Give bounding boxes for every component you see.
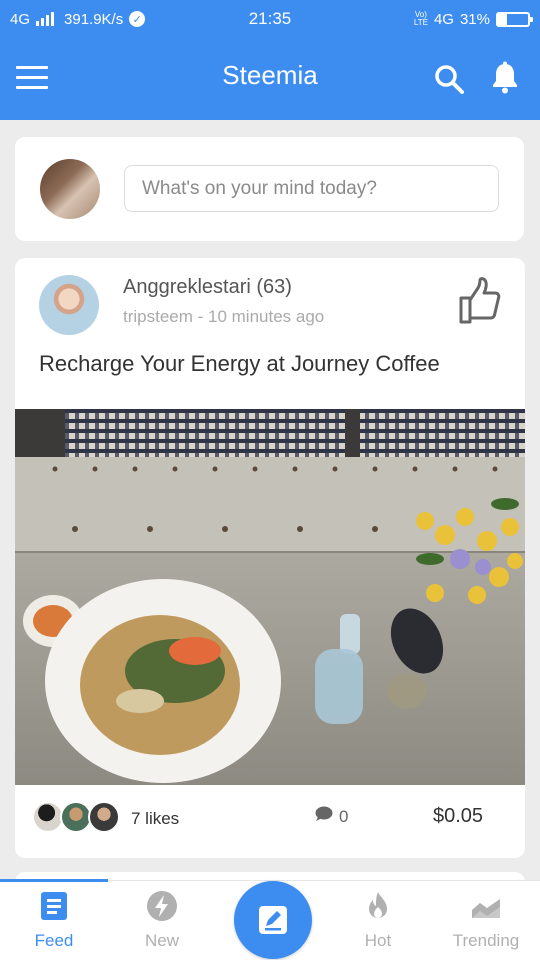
status-input[interactable] xyxy=(124,165,499,212)
active-tab-indicator xyxy=(0,879,108,882)
check-circle-icon: ✓ xyxy=(129,11,146,27)
tab-feed[interactable]: Feed xyxy=(0,879,108,960)
post-actions: 7 likes 0 $0.05 xyxy=(15,785,525,858)
user-avatar[interactable] xyxy=(40,159,100,219)
post-card[interactable]: Anggreklestari (63) tripsteem - 10 minut… xyxy=(15,258,525,858)
author-avatar[interactable] xyxy=(39,275,99,335)
composer-card xyxy=(15,137,524,241)
volte-icon: Vo) LTE xyxy=(413,10,428,27)
thumbs-up-icon[interactable] xyxy=(457,276,503,326)
post-meta: tripsteem - 10 minutes ago xyxy=(123,307,325,326)
battery-icon xyxy=(496,11,533,27)
comments-count: 0 xyxy=(339,806,349,826)
tab-trending[interactable]: Trending xyxy=(432,881,540,960)
trending-icon xyxy=(470,890,502,922)
post-title[interactable]: Recharge Your Energy at Journey Coffee xyxy=(39,351,440,377)
app-bar: Steemia xyxy=(0,38,540,120)
battery-percent: 31% xyxy=(459,10,490,28)
network-type-right: 4G xyxy=(433,10,454,28)
flame-icon xyxy=(362,890,394,922)
status-bar: 4G 391.9K/s ✓ 21:35 Vo) LTE 4G 31% xyxy=(0,0,540,38)
payout-value: $0.05 xyxy=(433,805,484,827)
compose-button[interactable] xyxy=(234,881,312,959)
feed-icon xyxy=(38,890,70,922)
network-speed: 391.9K/s xyxy=(64,10,124,28)
likes-count[interactable]: 7 likes xyxy=(131,809,179,829)
tab-feed-label: Feed xyxy=(34,931,74,950)
post-author[interactable]: Anggreklestari (63) xyxy=(123,276,292,299)
tab-new-label: New xyxy=(144,931,179,950)
voter-avatars[interactable] xyxy=(32,801,120,833)
voter-avatar xyxy=(88,801,120,833)
comment-icon xyxy=(315,806,333,827)
post-image[interactable] xyxy=(15,409,525,785)
tab-new[interactable]: New xyxy=(108,881,216,960)
network-type: 4G xyxy=(10,10,31,28)
compose-icon xyxy=(256,903,290,937)
comments-button[interactable]: 0 xyxy=(315,806,348,827)
search-icon[interactable] xyxy=(432,62,466,96)
tab-hot[interactable]: Hot xyxy=(324,881,432,960)
tab-hot-label: Hot xyxy=(364,931,392,950)
bolt-icon xyxy=(146,890,178,922)
bottom-nav: Feed New Hot Trending xyxy=(0,879,540,960)
tab-trending-label: Trending xyxy=(452,931,520,950)
bell-icon[interactable] xyxy=(488,60,522,96)
signal-icon xyxy=(36,12,55,26)
